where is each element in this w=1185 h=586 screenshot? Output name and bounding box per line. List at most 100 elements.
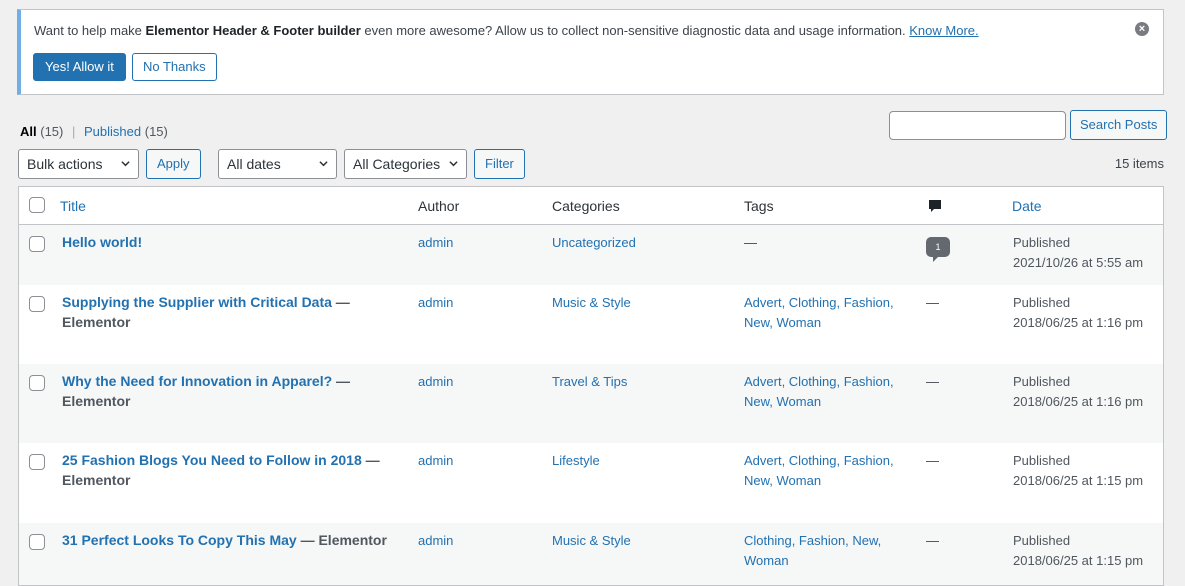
post-title-link[interactable]: Supplying the Supplier with Critical Dat… [62, 294, 332, 310]
post-author-link[interactable]: admin [418, 293, 453, 313]
post-tags: Clothing, Fashion, New, Woman [744, 531, 881, 570]
comment-count: — [926, 453, 939, 468]
view-all-link[interactable]: All [20, 124, 37, 139]
table-row: Why the Need for Innovation in Apparel? … [19, 364, 1163, 443]
apply-button[interactable]: Apply [146, 149, 201, 179]
table-header: Title Author Categories Tags Date [19, 187, 1163, 225]
date-filter-select[interactable]: All dates [218, 149, 337, 179]
post-tags-line2[interactable]: Woman [744, 551, 881, 571]
column-author: Author [418, 198, 460, 214]
row-checkbox[interactable] [29, 296, 45, 312]
post-date-value: 2018/06/25 at 1:15 pm [1013, 552, 1144, 568]
post-date-value: 2018/06/25 at 1:16 pm [1013, 393, 1144, 409]
column-categories: Categories [552, 198, 620, 214]
view-all-count: (15) [40, 124, 64, 139]
notice-message: Want to help make Elementor Header & Foo… [34, 23, 979, 38]
post-state: — Elementor [296, 532, 387, 548]
items-count: 15 items [1114, 156, 1164, 171]
dismiss-notice-icon[interactable]: × [1135, 22, 1149, 36]
date-filter-value: All dates [227, 156, 281, 172]
post-tags-line1: — [744, 235, 757, 250]
post-category-link[interactable]: Music & Style [552, 293, 631, 313]
table-row: 31 Perfect Looks To Copy This May — Elem… [19, 523, 1163, 585]
post-tags-line1[interactable]: Advert, Clothing, Fashion, [744, 293, 894, 313]
allow-tracking-button[interactable]: Yes! Allow it [33, 53, 126, 81]
usage-tracking-notice: Want to help make Elementor Header & Foo… [17, 9, 1164, 95]
search-posts-input[interactable] [889, 111, 1066, 140]
post-tags-line1[interactable]: Clothing, Fashion, New, [744, 531, 881, 551]
posts-table: Title Author Categories Tags Date Hello … [18, 186, 1164, 586]
post-category-link[interactable]: Travel & Tips [552, 372, 627, 392]
post-category-link[interactable]: Lifestyle [552, 451, 600, 471]
bulk-actions-value: Bulk actions [27, 156, 103, 172]
post-tags-line2[interactable]: New, Woman [744, 471, 894, 491]
post-date: Published 2018/06/25 at 1:16 pm [1013, 372, 1143, 411]
comment-count: — [926, 374, 939, 389]
view-published-link[interactable]: Published [84, 124, 141, 139]
post-date-status: Published [1013, 295, 1071, 310]
table-row: Supplying the Supplier with Critical Dat… [19, 285, 1163, 364]
post-tags-line1[interactable]: Advert, Clothing, Fashion, [744, 372, 894, 392]
post-date-status: Published [1013, 235, 1071, 250]
post-date: Published 2021/10/26 at 5:55 am [1013, 233, 1143, 272]
post-author-link[interactable]: admin [418, 233, 453, 253]
post-tags-line2[interactable]: New, Woman [744, 392, 894, 412]
post-status-views: All (15) | Published (15) [20, 124, 168, 139]
row-checkbox[interactable] [29, 534, 45, 550]
post-tags: Advert, Clothing, Fashion, New, Woman [744, 293, 894, 332]
post-tags-line2[interactable]: New, Woman [744, 313, 894, 333]
post-category-link[interactable]: Uncategorized [552, 233, 636, 253]
comment-count: — [926, 533, 939, 548]
chevron-down-icon [449, 161, 458, 167]
row-checkbox[interactable] [29, 454, 45, 470]
post-date: Published 2018/06/25 at 1:16 pm [1013, 293, 1143, 332]
row-checkbox[interactable] [29, 375, 45, 391]
comment-count: — [926, 295, 939, 310]
post-title: Hello world! [62, 233, 382, 253]
post-tags-line1[interactable]: Advert, Clothing, Fashion, [744, 451, 894, 471]
post-date: Published 2018/06/25 at 1:15 pm [1013, 531, 1143, 570]
post-date-status: Published [1013, 533, 1071, 548]
post-title: Why the Need for Innovation in Apparel? … [62, 372, 372, 411]
bulk-actions-select[interactable]: Bulk actions [18, 149, 139, 179]
filter-button[interactable]: Filter [474, 149, 525, 179]
post-tags: — [744, 233, 757, 253]
chevron-down-icon [319, 161, 328, 167]
post-date-value: 2018/06/25 at 1:15 pm [1013, 472, 1144, 488]
post-tags: Advert, Clothing, Fashion, New, Woman [744, 451, 894, 490]
post-title: Supplying the Supplier with Critical Dat… [62, 293, 372, 332]
comment-count-bubble[interactable]: 1 [926, 237, 950, 262]
post-author-link[interactable]: admin [418, 451, 453, 471]
post-title-link[interactable]: 25 Fashion Blogs You Need to Follow in 2… [62, 452, 362, 468]
chevron-down-icon [121, 161, 130, 167]
comment-icon[interactable] [928, 199, 942, 214]
post-date-value: 2021/10/26 at 5:55 am [1013, 254, 1144, 270]
view-separator: | [72, 124, 76, 139]
column-date-sort[interactable]: Date [1012, 198, 1042, 214]
select-all-checkbox[interactable] [29, 197, 45, 213]
post-tags: Advert, Clothing, Fashion, New, Woman [744, 372, 894, 411]
view-published-count: (15) [144, 124, 168, 139]
post-title-link[interactable]: 31 Perfect Looks To Copy This May [62, 532, 297, 548]
row-checkbox[interactable] [29, 236, 45, 252]
know-more-link[interactable]: Know More. [909, 23, 978, 38]
post-title-link[interactable]: Why the Need for Innovation in Apparel? [62, 373, 332, 389]
post-title: 31 Perfect Looks To Copy This May — Elem… [62, 531, 402, 551]
post-date-status: Published [1013, 453, 1071, 468]
post-author-link[interactable]: admin [418, 531, 453, 551]
post-date-value: 2018/06/25 at 1:16 pm [1013, 314, 1144, 330]
column-tags: Tags [744, 198, 774, 214]
category-filter-select[interactable]: All Categories [344, 149, 467, 179]
notice-plugin-name: Elementor Header & Footer builder [145, 23, 361, 38]
column-title-sort[interactable]: Title [60, 198, 86, 214]
post-title: 25 Fashion Blogs You Need to Follow in 2… [62, 451, 382, 490]
post-title-link[interactable]: Hello world! [62, 234, 142, 250]
post-author-link[interactable]: admin [418, 372, 453, 392]
post-category-link[interactable]: Music & Style [552, 531, 631, 551]
table-row: Hello world! admin Uncategorized — 1 Pub… [19, 225, 1163, 285]
category-filter-value: All Categories [353, 156, 441, 172]
search-posts-button[interactable]: Search Posts [1070, 110, 1168, 140]
post-date: Published 2018/06/25 at 1:15 pm [1013, 451, 1143, 490]
notice-text-before: Want to help make [34, 23, 146, 38]
no-thanks-button[interactable]: No Thanks [132, 53, 217, 81]
